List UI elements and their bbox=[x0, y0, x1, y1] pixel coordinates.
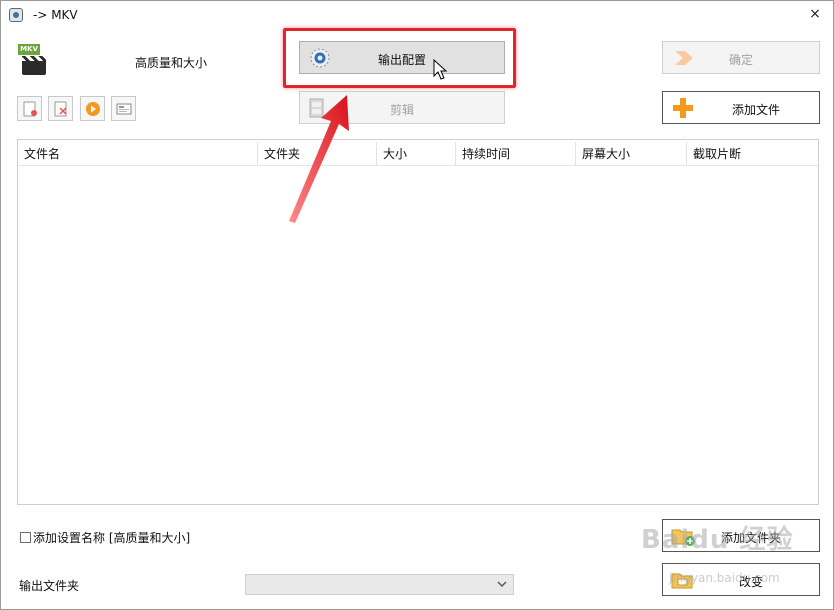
window-title: -> MKV bbox=[33, 8, 78, 22]
column-clip-segment[interactable]: 截取片断 bbox=[687, 142, 818, 166]
title-bar: -> MKV × bbox=[1, 1, 833, 31]
converter-window: -> MKV × MKV 高质量和大小 输出配置 剪辑 确定 添加文件 文件名 … bbox=[0, 0, 834, 610]
add-setting-name-label: 添加设置名称 [高质量和大小] bbox=[33, 531, 191, 545]
column-size[interactable]: 大小 bbox=[377, 142, 456, 166]
output-folder-select[interactable] bbox=[245, 574, 514, 595]
change-folder-button[interactable]: 改变 bbox=[662, 563, 820, 596]
output-config-label: 输出配置 bbox=[377, 53, 426, 67]
remove-file-icon bbox=[23, 101, 37, 117]
clear-list-icon bbox=[54, 101, 67, 117]
edit-label: 剪辑 bbox=[389, 103, 414, 117]
column-duration[interactable]: 持续时间 bbox=[456, 142, 576, 166]
format-tag: MKV bbox=[18, 44, 40, 55]
add-setting-name-checkbox[interactable] bbox=[20, 532, 31, 543]
mkv-format-icon: MKV bbox=[18, 44, 48, 76]
ok-button[interactable]: 确定 bbox=[662, 41, 820, 74]
add-file-button[interactable]: 添加文件 bbox=[662, 91, 820, 124]
chevron-down-icon bbox=[497, 581, 507, 587]
plus-icon bbox=[673, 98, 693, 118]
column-screen-size[interactable]: 屏幕大小 bbox=[576, 142, 687, 166]
change-folder-label: 改变 bbox=[738, 575, 763, 589]
profile-name: 高质量和大小 bbox=[135, 56, 208, 70]
app-icon bbox=[9, 8, 23, 22]
add-setting-name-option[interactable]: 添加设置名称 [高质量和大小] bbox=[20, 529, 190, 546]
file-list-table[interactable]: 文件名 文件夹 大小 持续时间 屏幕大小 截取片断 bbox=[17, 139, 819, 505]
play-button[interactable] bbox=[80, 96, 105, 121]
edit-button[interactable]: 剪辑 bbox=[299, 91, 505, 124]
add-folder-button[interactable]: 添加文件夹 bbox=[662, 519, 820, 552]
close-button[interactable]: × bbox=[807, 6, 823, 22]
info-icon bbox=[116, 103, 132, 115]
output-config-button[interactable]: 输出配置 bbox=[299, 41, 505, 74]
clear-list-button[interactable] bbox=[48, 96, 73, 121]
column-folder[interactable]: 文件夹 bbox=[258, 142, 377, 166]
info-button[interactable] bbox=[111, 96, 136, 121]
remove-file-button[interactable] bbox=[17, 96, 42, 121]
add-folder-label: 添加文件夹 bbox=[720, 531, 781, 545]
add-file-label: 添加文件 bbox=[731, 103, 780, 117]
table-header: 文件名 文件夹 大小 持续时间 屏幕大小 截取片断 bbox=[18, 142, 818, 166]
column-filename[interactable]: 文件名 bbox=[18, 142, 258, 166]
play-icon bbox=[86, 102, 100, 116]
output-folder-label: 输出文件夹 bbox=[19, 579, 80, 593]
ok-label: 确定 bbox=[728, 53, 753, 67]
